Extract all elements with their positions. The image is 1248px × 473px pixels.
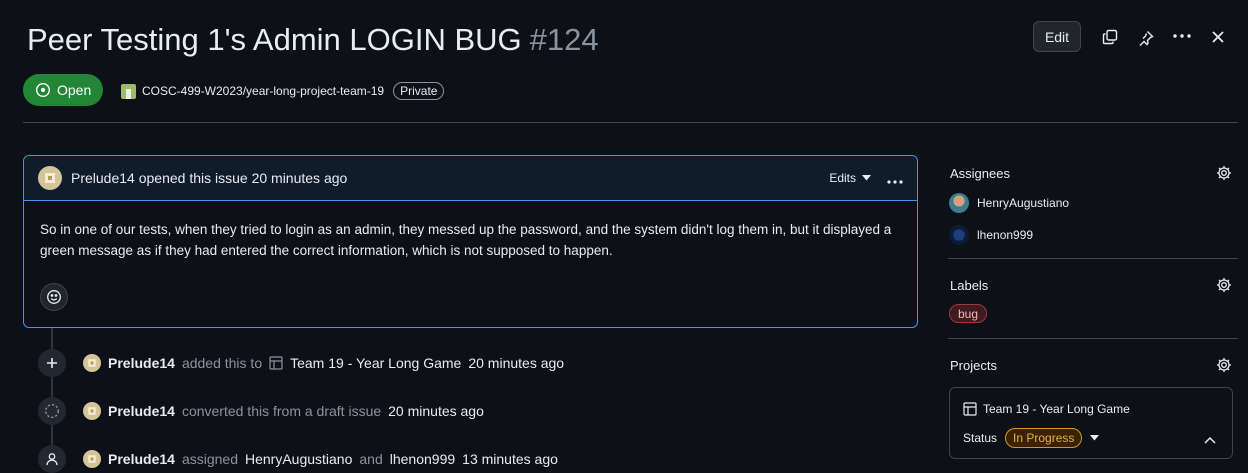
status-badge-open: Open	[23, 74, 104, 106]
status-value-pill[interactable]: In Progress	[1005, 428, 1083, 448]
project-card: Team 19 - Year Long Game Status In Progr…	[949, 387, 1233, 459]
timeline-event: Prelude14 converted this from a draft is…	[83, 402, 484, 420]
assignee-name[interactable]: lhenon999	[977, 228, 1033, 242]
comment-meta: opened this issue 20 minutes ago	[138, 170, 348, 186]
sidebar-divider	[948, 338, 1238, 339]
edits-dropdown[interactable]: Edits	[829, 171, 871, 185]
event-text-and: and	[359, 451, 383, 467]
sidebar-divider	[948, 258, 1238, 259]
pin-icon[interactable]	[1134, 26, 1158, 50]
timeline-event: Prelude14 assigned HenryAugustiano and l…	[83, 450, 558, 468]
event-actor[interactable]: Prelude14	[108, 451, 175, 467]
event-actor[interactable]: Prelude14	[108, 355, 175, 371]
labels-gear-icon[interactable]	[1212, 273, 1236, 297]
caret-down-icon[interactable]	[1090, 435, 1100, 441]
status-label: Status	[963, 431, 998, 445]
label-bug[interactable]: bug	[949, 304, 988, 323]
event-time[interactable]: 13 minutes ago	[462, 451, 558, 467]
repo-link[interactable]: COSC-499-W2023/year-long-project-team-19	[142, 84, 384, 98]
repository-info: COSC-499-W2023/year-long-project-team-19…	[121, 82, 445, 100]
project-name[interactable]: Team 19 - Year Long Game	[983, 402, 1130, 416]
event-time[interactable]: 20 minutes ago	[468, 355, 564, 371]
issue-number: #124	[529, 22, 599, 57]
projects-heading: Projects	[950, 358, 997, 373]
table-icon	[963, 402, 977, 416]
copy-icon[interactable]	[1098, 25, 1122, 49]
smiley-icon	[47, 290, 61, 304]
issue-open-icon	[35, 82, 51, 98]
header-divider	[23, 122, 1238, 123]
comment-body: So in one of our tests, when they tried …	[40, 222, 892, 258]
comment-author[interactable]: Prelude14	[71, 170, 135, 186]
issue-title: Peer Testing 1's Admin LOGIN BUG #124	[27, 22, 599, 58]
labels-heading: Labels	[950, 278, 989, 293]
person-icon	[38, 445, 66, 473]
add-reaction-button[interactable]	[40, 283, 68, 311]
comment-header: Prelude14 opened this issue 20 minutes a…	[24, 156, 917, 201]
project-link-row[interactable]: Team 19 - Year Long Game	[963, 402, 1130, 416]
event-text: assigned	[181, 451, 238, 467]
edit-button[interactable]: Edit	[1033, 21, 1081, 52]
assignees-gear-icon[interactable]	[1212, 161, 1236, 185]
avatar[interactable]	[83, 402, 101, 420]
event-project-link[interactable]: Team 19 - Year Long Game	[290, 355, 461, 371]
assignee-item[interactable]: HenryAugustiano	[949, 193, 1069, 213]
caret-down-icon	[862, 175, 871, 181]
more-options-icon[interactable]	[1170, 24, 1194, 48]
close-icon[interactable]	[1206, 25, 1230, 49]
event-actor[interactable]: Prelude14	[108, 403, 175, 419]
visibility-badge: Private	[393, 82, 445, 100]
draft-issue-icon	[38, 397, 66, 425]
comment-author-line: Prelude14 opened this issue 20 minutes a…	[71, 170, 347, 186]
assignee-name[interactable]: HenryAugustiano	[977, 196, 1069, 210]
assignee-item[interactable]: lhenon999	[949, 225, 1033, 245]
chevron-up-icon[interactable]	[1204, 431, 1216, 449]
avatar	[949, 225, 969, 245]
project-status-row: Status In Progress	[963, 428, 1100, 448]
table-icon	[269, 356, 283, 370]
event-assignee-link[interactable]: HenryAugustiano	[245, 451, 352, 467]
repo-avatar	[121, 83, 136, 99]
status-badge-label: Open	[57, 82, 92, 98]
issue-comment: Prelude14 opened this issue 20 minutes a…	[23, 155, 918, 328]
avatar	[949, 193, 969, 213]
avatar[interactable]	[83, 354, 101, 372]
projects-gear-icon[interactable]	[1212, 353, 1236, 377]
avatar[interactable]	[83, 450, 101, 468]
comment-options-icon[interactable]	[887, 168, 903, 189]
avatar[interactable]	[38, 166, 62, 190]
event-assignee-link[interactable]: lhenon999	[390, 451, 455, 467]
event-time[interactable]: 20 minutes ago	[388, 403, 484, 419]
edits-label: Edits	[829, 171, 856, 185]
plus-icon	[38, 349, 66, 377]
event-text: added this to	[181, 355, 263, 371]
assignees-heading: Assignees	[950, 166, 1010, 181]
event-text: converted this from a draft issue	[181, 403, 382, 419]
issue-title-text: Peer Testing 1's Admin LOGIN BUG	[27, 22, 522, 57]
timeline-event: Prelude14 added this to Team 19 - Year L…	[83, 354, 564, 372]
